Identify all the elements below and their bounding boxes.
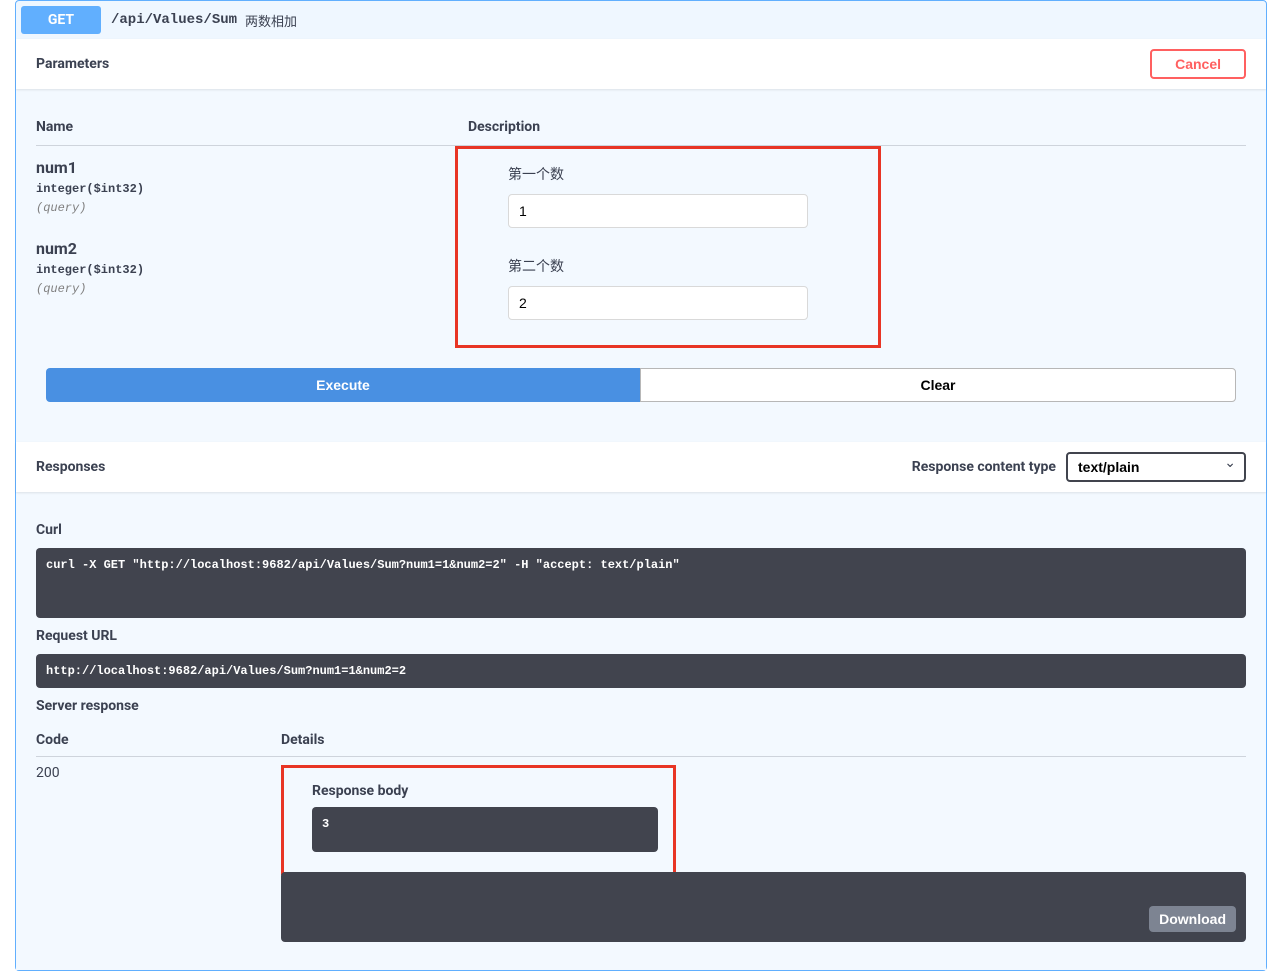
responses-header: Responses Response content type text/pla…	[16, 442, 1266, 492]
param-input-num2[interactable]	[508, 286, 808, 320]
operation-block: GET /api/Values/Sum 两数相加 Parameters Canc…	[15, 0, 1267, 971]
server-response-title: Server response	[36, 698, 1246, 714]
responses-body: Curl curl -X GET "http://localhost:9682/…	[16, 492, 1266, 970]
param-description: 第二个数	[508, 256, 828, 276]
description-column-header: Description	[468, 119, 1246, 135]
param-type: integer($int32)	[36, 177, 468, 201]
content-type-select[interactable]: text/plain	[1066, 452, 1246, 482]
response-body-highlight: Response body 3	[281, 765, 676, 875]
responses-section: Responses Response content type text/pla…	[16, 442, 1266, 970]
response-body-title: Response body	[312, 783, 658, 799]
responses-title: Responses	[36, 459, 105, 475]
endpoint-summary: 两数相加	[245, 11, 297, 30]
response-body-block: 3	[312, 807, 658, 852]
method-badge: GET	[21, 6, 101, 34]
param-name: num2	[36, 239, 468, 258]
code-column-header: Code	[36, 732, 281, 748]
parameters-table: Name Description num1 integer($int32) (q…	[16, 89, 1266, 442]
response-table-head: Code Details	[36, 724, 1246, 757]
param-description: 第一个数	[508, 164, 828, 184]
param-name: num1	[36, 158, 468, 177]
parameters-header: Parameters Cancel	[16, 39, 1266, 89]
parameter-inputs-highlight: 第一个数 第二个数	[455, 146, 881, 348]
response-details: Response body 3 Download	[281, 765, 1246, 942]
response-code: 200	[36, 765, 281, 942]
curl-block: curl -X GET "http://localhost:9682/api/V…	[36, 548, 1246, 618]
response-table-row: 200 Response body 3 Download	[36, 757, 1246, 950]
name-column-header: Name	[36, 119, 468, 135]
curl-title: Curl	[36, 522, 1246, 538]
operation-summary[interactable]: GET /api/Values/Sum 两数相加	[16, 1, 1266, 39]
endpoint-path: /api/Values/Sum	[111, 12, 237, 28]
execute-row: Execute Clear	[36, 348, 1246, 422]
clear-button[interactable]: Clear	[640, 368, 1236, 402]
download-button[interactable]: Download	[1149, 906, 1236, 932]
param-input-num1[interactable]	[508, 194, 808, 228]
details-column-header: Details	[281, 732, 1246, 748]
execute-button[interactable]: Execute	[46, 368, 640, 402]
param-in: (query)	[36, 282, 468, 296]
content-type-label: Response content type	[912, 459, 1056, 475]
response-body-full-bg: Download	[281, 872, 1246, 942]
request-url-title: Request URL	[36, 628, 1246, 644]
parameters-title: Parameters	[36, 56, 109, 72]
content-type-wrap: Response content type text/plain	[912, 452, 1246, 482]
cancel-button[interactable]: Cancel	[1150, 49, 1246, 79]
param-in: (query)	[36, 201, 468, 215]
param-type: integer($int32)	[36, 258, 468, 282]
request-url-block: http://localhost:9682/api/Values/Sum?num…	[36, 654, 1246, 688]
parameters-table-head: Name Description	[36, 109, 1246, 146]
